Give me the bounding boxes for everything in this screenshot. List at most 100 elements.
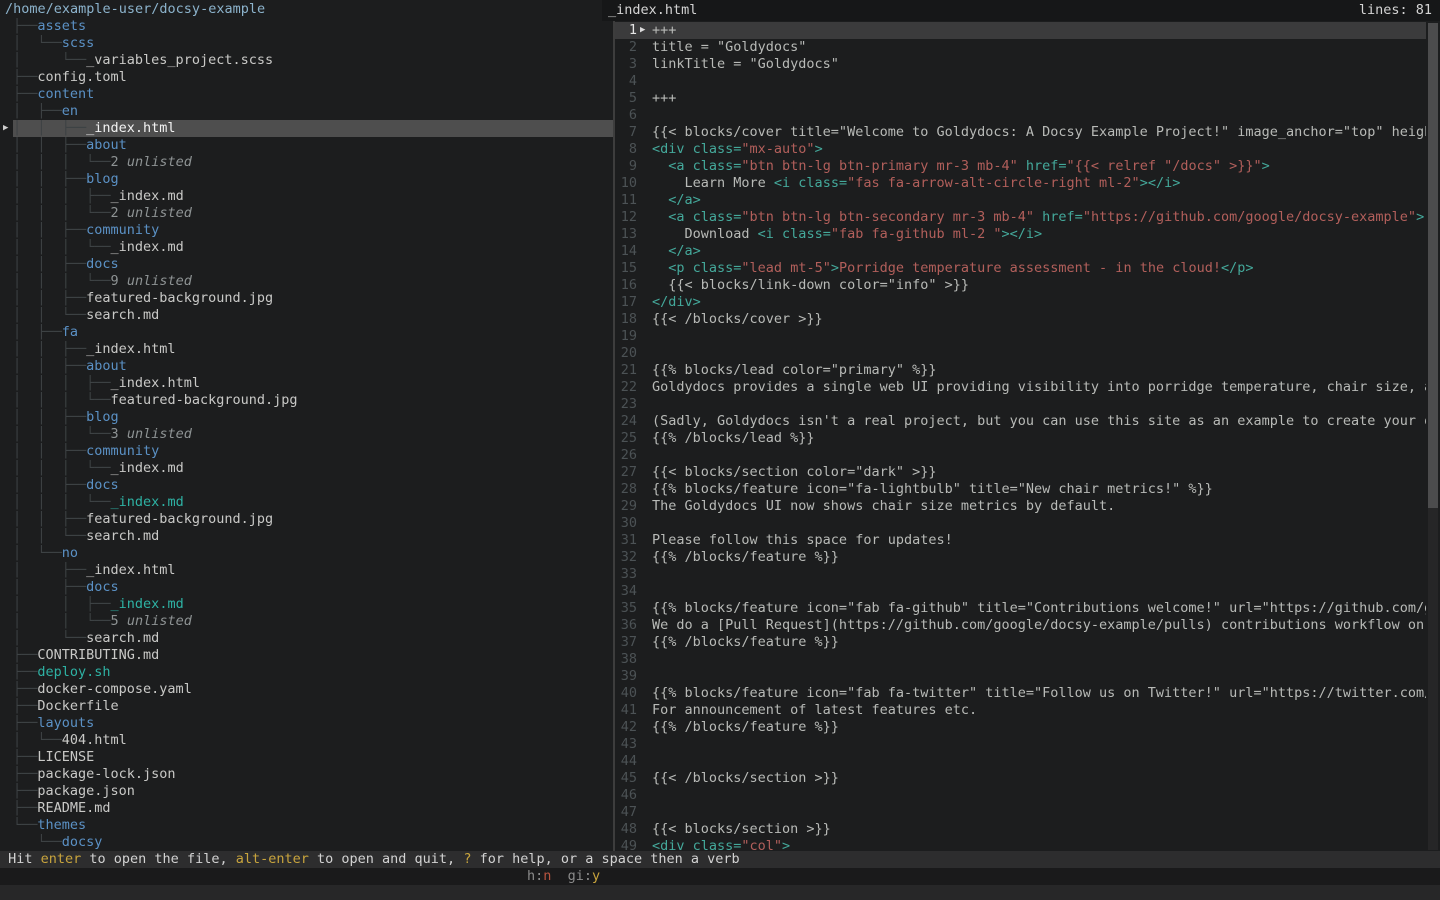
tree-item-featured-background-jpg[interactable]: │ │ │ └──featured-background.jpg [0, 392, 613, 409]
row-marker [0, 528, 13, 545]
tree-item-about[interactable]: │ │ ├──about [0, 358, 613, 375]
tree-item-layouts[interactable]: ├──layouts [0, 715, 613, 732]
tree-item-search-md[interactable]: │ │ └──search.md [0, 528, 613, 545]
tree-item--index-md[interactable]: │ │ │ └──_index.md [0, 494, 613, 511]
tree-item-package-json[interactable]: ├──package.json [0, 783, 613, 800]
line-number: 2 [615, 39, 637, 56]
tree-item-blog[interactable]: │ │ ├──blog [0, 409, 613, 426]
tree-item-config-toml[interactable]: ├──config.toml [0, 69, 613, 86]
tree-branch-lines: ├── [13, 69, 37, 85]
gutter-gap [637, 413, 652, 430]
tree-item--index-md[interactable]: │ │ │ ├──_index.md [0, 188, 613, 205]
line-number: 6 [615, 107, 637, 124]
gutter-gap [637, 39, 652, 56]
code-line-5: 5+++ [615, 90, 1426, 107]
row-marker [0, 647, 13, 664]
tree-item-community[interactable]: │ │ ├──community [0, 222, 613, 239]
tree-item--index-md[interactable]: │ │ ├──_index.md [0, 596, 613, 613]
gutter-gap [637, 73, 652, 90]
tree-item-about[interactable]: │ │ ├──about [0, 137, 613, 154]
line-number: 40 [615, 685, 637, 702]
tree-item--index-html[interactable]: ▶│ │ ├──_index.html [0, 120, 613, 137]
tree-item-en[interactable]: │ ├──en [0, 103, 613, 120]
tree-item-docs[interactable]: │ ├──docs [0, 579, 613, 596]
code-line-10: 10 Learn More <i class="fas fa-arrow-alt… [615, 175, 1426, 192]
tree-item-404-html[interactable]: │ └──404.html [0, 732, 613, 749]
line-number: 23 [615, 396, 637, 413]
tree-item--variables-project-scss[interactable]: │ └──_variables_project.scss [0, 52, 613, 69]
tree-item-themes[interactable]: └──themes [0, 817, 613, 834]
tree-item-package-lock-json[interactable]: ├──package-lock.json [0, 766, 613, 783]
tree-item--index-html[interactable]: │ │ ├──_index.html [0, 341, 613, 358]
gutter-gap [637, 192, 652, 209]
tree-item-dockerfile[interactable]: ├──Dockerfile [0, 698, 613, 715]
line-number: 9 [615, 158, 637, 175]
tree-branch-lines: │ │ └── [13, 613, 111, 629]
row-marker [0, 477, 13, 494]
tree-item-license[interactable]: ├──LICENSE [0, 749, 613, 766]
tree-item-label: _index.html [86, 120, 175, 136]
tree-item-label: assets [37, 18, 86, 34]
tree-item-scss[interactable]: │ └──scss [0, 35, 613, 52]
tree-branch-lines: ├── [13, 647, 37, 663]
tree-item--index-md[interactable]: │ │ │ └──_index.md [0, 460, 613, 477]
code-line-6: 6 [615, 107, 1426, 124]
tree-item-assets[interactable]: ├──assets [0, 18, 613, 35]
line-number: 44 [615, 753, 637, 770]
tree-item-no[interactable]: │ └──no [0, 545, 613, 562]
tree-item-label: no [62, 545, 78, 561]
tree-item-readme-md[interactable]: ├──README.md [0, 800, 613, 817]
status-text: to open and quit, [309, 851, 463, 867]
tree-item-label: blog [86, 171, 119, 187]
tree-item-search-md[interactable]: │ │ └──search.md [0, 307, 613, 324]
tree-item-content[interactable]: ├──content [0, 86, 613, 103]
code-line-18: 18{{< /blocks/cover >}} [615, 311, 1426, 328]
tree-item-label: _index.md [111, 460, 184, 476]
tree-item--index-html[interactable]: │ │ │ ├──_index.html [0, 375, 613, 392]
line-number: 24 [615, 413, 637, 430]
row-marker [0, 664, 13, 681]
gutter-gap [637, 821, 652, 838]
tree-item-featured-background-jpg[interactable]: │ │ ├──featured-background.jpg [0, 511, 613, 528]
gutter-gap [637, 379, 652, 396]
code-line-30: 30 [615, 515, 1426, 532]
tree-item-label: _index.md [111, 494, 184, 510]
tree-item-deploy-sh[interactable]: ├──deploy.sh [0, 664, 613, 681]
code-line-38: 38 [615, 651, 1426, 668]
tree-item-docs[interactable]: │ │ ├──docs [0, 256, 613, 273]
code-text [652, 328, 1426, 345]
code-text: {{% /blocks/feature %}} [652, 549, 1426, 566]
code-text [652, 651, 1426, 668]
tree-item-community[interactable]: │ │ ├──community [0, 443, 613, 460]
code-line-45: 45{{< /blocks/section >}} [615, 770, 1426, 787]
gutter-gap [637, 651, 652, 668]
tree-item-docs[interactable]: │ │ ├──docs [0, 477, 613, 494]
tree-item-docker-compose-yaml[interactable]: ├──docker-compose.yaml [0, 681, 613, 698]
code-line-11: 11 </a> [615, 192, 1426, 209]
tree-item-label: docs [86, 579, 119, 595]
tree-item-label: featured-background.jpg [86, 290, 273, 306]
code-line-22: 22Goldydocs provides a single web UI pro… [615, 379, 1426, 396]
code-text [652, 107, 1426, 124]
row-marker [0, 358, 13, 375]
input-bar[interactable]: :e h:n gi:y [0, 868, 1440, 885]
tree-item-blog[interactable]: │ │ ├──blog [0, 171, 613, 188]
tree-item-contributing-md[interactable]: ├──CONTRIBUTING.md [0, 647, 613, 664]
tree-item-featured-background-jpg[interactable]: │ │ ├──featured-background.jpg [0, 290, 613, 307]
tree-branch-lines: │ └── [13, 52, 86, 68]
row-marker [0, 494, 13, 511]
line-number: 31 [615, 532, 637, 549]
gutter-gap [637, 107, 652, 124]
line-number: 27 [615, 464, 637, 481]
tree-item-fa[interactable]: │ ├──fa [0, 324, 613, 341]
tree-item-docsy[interactable]: └──docsy [0, 834, 613, 851]
gutter-gap [637, 243, 652, 260]
tree-item--index-md[interactable]: │ │ │ └──_index.md [0, 239, 613, 256]
tree-item--index-html[interactable]: │ ├──_index.html [0, 562, 613, 579]
scrollbar[interactable] [1428, 23, 1438, 850]
tree-item-search-md[interactable]: │ └──search.md [0, 630, 613, 647]
tree-item-label: docker-compose.yaml [37, 681, 191, 697]
code-text: {{< blocks/link-down color="info" >}} [652, 277, 1426, 294]
row-marker [0, 341, 13, 358]
scrollbar-thumb[interactable] [1428, 23, 1438, 508]
